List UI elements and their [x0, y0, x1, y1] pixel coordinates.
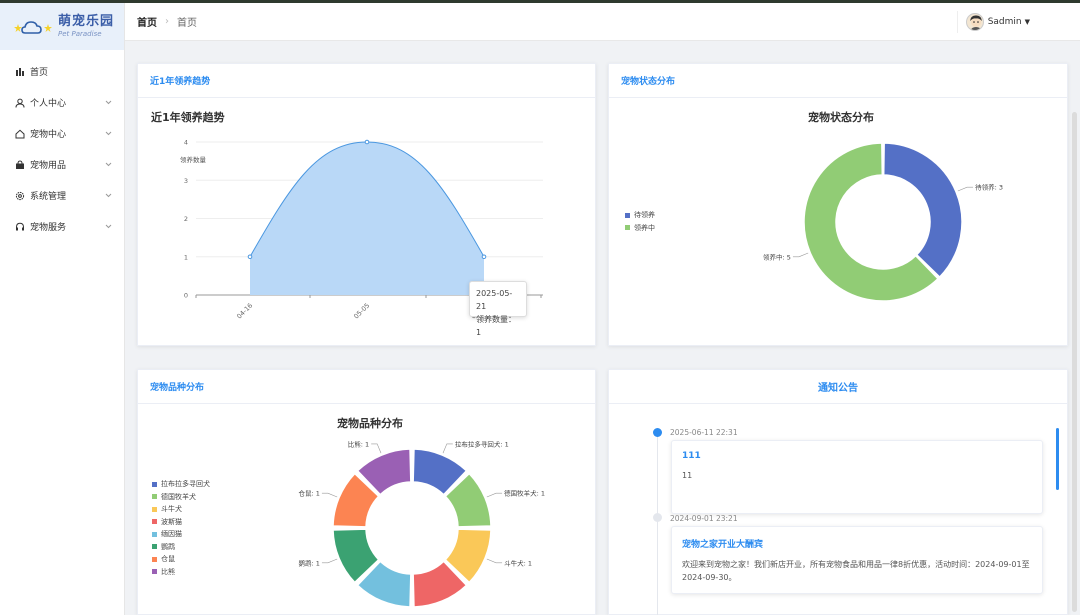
sidebar-item-home[interactable]: 首页 [0, 56, 124, 87]
data-point [364, 139, 370, 145]
chevron-down-icon [105, 222, 112, 232]
sidebar-item-pet-center[interactable]: 宠物中心 [0, 118, 124, 149]
bag-icon [14, 159, 26, 171]
slice-label: 仓鼠: 1 [299, 489, 320, 498]
notice-content: 欢迎来到宠物之家！我们新店开业，所有宠物食品和用品一律8折优惠，活动时间：202… [682, 560, 1030, 582]
y-tick-label: 3 [184, 177, 188, 185]
sidebar-item-label: 宠物中心 [30, 130, 67, 140]
label-leader [486, 558, 503, 564]
top-header: 首页 › 首页 Sadmin ▼ [125, 3, 1080, 41]
adoption-trend-chart: 01234领养数量04-1605-0505-21 [180, 139, 543, 321]
label-leader [321, 558, 338, 564]
breadcrumb-separator: › [165, 16, 169, 27]
pet-status-donut-chart: 待领养: 3 领养中: 5 [763, 142, 1003, 302]
notice-item[interactable]: 宠物之家开业大酬宾 欢迎来到宠物之家！我们新店开业，所有宠物食品和用品一律8折优… [671, 526, 1043, 594]
notice-timeline: 2025-06-11 22:31 111 11 2024-09-01 23:21… [609, 404, 1069, 615]
slice-label: 拉布拉多寻回犬: 1 [455, 439, 509, 448]
label-leader [442, 443, 453, 454]
notice-title[interactable]: 111 [682, 451, 1032, 461]
notice-scrollbar[interactable] [1056, 428, 1059, 490]
sidebar-item-label: 个人中心 [30, 99, 67, 109]
sidebar-item-label: 宠物用品 [30, 161, 67, 171]
chevron-down-icon [105, 98, 112, 108]
card-header: 宠物品种分布 [138, 370, 595, 404]
label-leader [957, 186, 974, 192]
sidebar-item-pet-service[interactable]: 宠物服务 [0, 211, 124, 242]
sidebar-item-label: 系统管理 [30, 192, 67, 202]
label-leader [321, 492, 338, 498]
card-header: 通知公告 [609, 370, 1067, 404]
app-title: 萌宠乐园 [58, 14, 115, 29]
label-leader [371, 443, 382, 454]
chevron-down-icon [105, 160, 112, 170]
sidebar-item-label: 首页 [30, 68, 49, 78]
logo[interactable]: 萌宠乐园 Pet Paradise [0, 3, 124, 50]
gear-icon [14, 190, 26, 202]
tooltip-label: 领养数量 [476, 315, 508, 324]
data-point [247, 254, 253, 260]
cloud-logo-icon [14, 15, 52, 39]
pet-status-card: 宠物状态分布 宠物状态分布 待领养 领养中 待领养: 3 领养中: 5 [608, 63, 1068, 346]
card-header: 近1年领养趋势 [138, 64, 595, 98]
y-tick-label: 1 [184, 253, 188, 261]
home-icon [14, 128, 26, 140]
page-scrollbar[interactable] [1072, 112, 1077, 612]
sidebar-item-pet-supplies[interactable]: 宠物用品 [0, 149, 124, 180]
header-divider [956, 11, 958, 33]
breadcrumb-home[interactable]: 首页 [137, 14, 157, 29]
adoption-trend-card: 近1年领养趋势 近1年领养趋势 01234领养数量04-1605-0505-21 [137, 63, 596, 346]
x-tick-label: 04-16 [235, 302, 254, 321]
notice-card: 通知公告 2025-06-11 22:31 111 11 2024-09-01 … [608, 369, 1068, 615]
slice-label: 鹦鹉: 1 [299, 558, 320, 567]
sidebar-menu: 首页 个人中心 宠物中心 宠物用品 系统管理 宠物服务 [0, 56, 124, 242]
tooltip-date: 2025-05-21 [476, 289, 513, 311]
slice-label: 德国牧羊犬: 1 [504, 489, 545, 498]
area-fill [250, 142, 484, 295]
y-axis-label: 领养数量 [180, 155, 207, 164]
y-tick-label: 4 [184, 139, 188, 147]
user-icon [14, 97, 26, 109]
notice-date: 2025-06-11 22:31 [670, 428, 738, 437]
notice-date: 2024-09-01 23:21 [670, 514, 738, 523]
card-header: 宠物状态分布 [609, 64, 1067, 98]
label-leader [792, 252, 809, 258]
pet-breed-card: 宠物品种分布 宠物品种分布 拉布拉多寻回犬 德国牧羊犬 斗牛犬 波斯猫 缅因猫 鹦鹉 仓鼠比… [137, 369, 596, 615]
avatar[interactable] [965, 13, 984, 31]
user-menu[interactable]: Sadmin ▼ [956, 11, 1030, 33]
timeline-dot [653, 428, 662, 437]
pie-slice [882, 142, 963, 278]
slice-label: 斗牛犬: 1 [504, 558, 532, 567]
tooltip-value: 领养数量：1 [476, 315, 516, 337]
sidebar-item-label: 宠物服务 [30, 223, 67, 233]
app-subtitle: Pet Paradise [58, 30, 102, 38]
timeline-line [657, 430, 658, 615]
timeline-dot [653, 513, 662, 522]
sidebar-item-personal[interactable]: 个人中心 [0, 87, 124, 118]
data-point [481, 254, 487, 260]
sidebar: 萌宠乐园 Pet Paradise 首页 个人中心 宠物中心 宠物用品 系统管理… [0, 3, 125, 615]
y-tick-label: 2 [184, 215, 188, 223]
caret-down-icon: ▼ [1024, 18, 1030, 26]
pet-breed-donut-chart: 拉布拉多寻回犬: 1 德国牧羊犬: 1 斗牛犬: 1 鹦鹉: 1 仓鼠: 1 比熊: 1 [299, 439, 545, 608]
chevron-down-icon [105, 191, 112, 201]
breadcrumb-current: 首页 [177, 18, 197, 29]
x-tick-label: 05-05 [352, 302, 371, 321]
slice-label: 待领养: 3 [975, 183, 1003, 192]
y-tick-label: 0 [184, 292, 188, 300]
notice-item[interactable]: 111 11 [671, 440, 1043, 514]
sidebar-item-system[interactable]: 系统管理 [0, 180, 124, 211]
notice-title[interactable]: 宠物之家开业大酬宾 [682, 537, 1032, 550]
slice-label: 比熊: 1 [348, 439, 369, 448]
notice-content: 11 [682, 471, 693, 480]
chevron-down-icon [105, 129, 112, 139]
bar-chart-icon [14, 66, 26, 78]
user-name: Sadmin [987, 17, 1022, 27]
label-leader [486, 492, 503, 498]
slice-label: 领养中: 5 [763, 252, 791, 261]
headset-icon [14, 221, 26, 233]
tooltip-number: 1 [476, 328, 482, 337]
chart-tooltip: 2025-05-21 领养数量：1 [469, 281, 527, 337]
